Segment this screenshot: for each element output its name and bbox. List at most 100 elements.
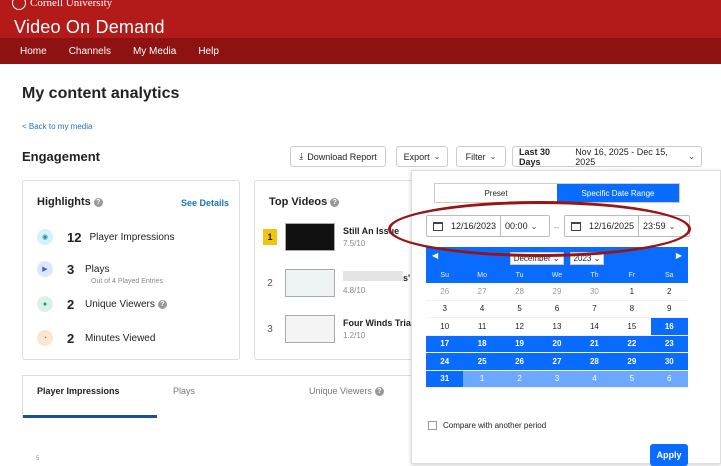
- calendar-day[interactable]: 10: [426, 318, 464, 336]
- calendar-day[interactable]: 30: [650, 353, 688, 371]
- prev-month-arrow-icon[interactable]: ◀: [432, 251, 438, 260]
- calendar-day[interactable]: 27: [538, 353, 576, 371]
- year-select[interactable]: 2023 ⌄: [569, 251, 605, 265]
- download-report-button[interactable]: ⤓ Download Report: [290, 146, 386, 167]
- calendar-day[interactable]: 11: [463, 318, 501, 336]
- export-label: Export: [403, 151, 430, 162]
- specific-range-tab[interactable]: Specific Date Range: [557, 184, 679, 202]
- tab-plays[interactable]: Plays: [173, 386, 195, 396]
- calendar-day[interactable]: 19: [500, 335, 539, 353]
- start-date-input[interactable]: 12/16/2023: [451, 221, 496, 231]
- impressions-label: Player Impressions: [89, 231, 175, 243]
- calendar-day[interactable]: 9: [650, 301, 688, 318]
- clock-icon: ◔: [37, 330, 53, 346]
- calendar-day[interactable]: 30: [575, 283, 614, 301]
- video-title[interactable]: Still An Issue: [343, 226, 399, 236]
- range-preset-label: Last 30 Days: [519, 146, 551, 167]
- back-to-media-link[interactable]: < Back to my media: [22, 122, 92, 131]
- compare-checkbox[interactable]: [428, 421, 437, 430]
- video-thumbnail[interactable]: [285, 223, 335, 251]
- compare-option[interactable]: Compare with another period: [428, 421, 546, 430]
- calendar-day[interactable]: 17: [426, 335, 464, 353]
- help-icon[interactable]: ?: [374, 387, 384, 397]
- top-video-row[interactable]: 3 Four Winds Trial 1.2/10: [263, 315, 413, 343]
- calendar-day[interactable]: 27: [463, 283, 501, 301]
- calendar-day[interactable]: 1: [463, 370, 501, 388]
- calendar-day[interactable]: 29: [613, 353, 651, 371]
- nav-channels[interactable]: Channels: [69, 46, 111, 57]
- end-time-select[interactable]: 23:59: [643, 221, 666, 231]
- export-dropdown[interactable]: Export ⌄: [396, 146, 448, 167]
- highlight-minutes: ◔ 2 Minutes Viewed: [37, 330, 155, 346]
- cornell-seal-icon: [12, 0, 26, 10]
- calendar-day[interactable]: 3: [538, 370, 576, 388]
- video-thumbnail[interactable]: [285, 315, 335, 343]
- plays-label: Plays: [85, 263, 110, 275]
- calendar-day[interactable]: 2: [500, 370, 539, 388]
- start-time-select[interactable]: 00:00: [505, 221, 528, 231]
- calendar-day[interactable]: 25: [463, 353, 501, 371]
- calendar-day[interactable]: 26: [426, 283, 464, 301]
- site-title[interactable]: Video On Demand: [14, 17, 165, 38]
- calendar-day[interactable]: 21: [575, 335, 614, 353]
- end-date-input[interactable]: 12/16/2025: [589, 221, 634, 231]
- date-range-dropdown[interactable]: Last 30 Days Nov 16, 2025 - Dec 15, 2025…: [512, 146, 702, 167]
- start-datetime-field[interactable]: 12/16/2023 00:00 ⌄: [426, 215, 550, 237]
- viewers-label: Unique Viewers: [85, 298, 155, 310]
- nav-help[interactable]: Help: [198, 46, 219, 57]
- calendar-day[interactable]: 4: [575, 370, 614, 388]
- filter-label: Filter: [465, 151, 486, 162]
- end-datetime-field[interactable]: 12/16/2025 23:59 ⌄: [564, 215, 690, 237]
- calendar-day[interactable]: 31: [426, 370, 464, 388]
- calendar-day[interactable]: 3: [426, 301, 464, 318]
- see-details-link[interactable]: See Details: [181, 198, 229, 208]
- nav-home[interactable]: Home: [20, 46, 47, 57]
- calendar-day[interactable]: 28: [500, 283, 539, 301]
- help-icon[interactable]: ?: [93, 197, 103, 207]
- calendar-day[interactable]: 5: [613, 370, 651, 388]
- calendar-day[interactable]: 1: [613, 283, 651, 301]
- top-video-row[interactable]: 2 s' 4.8/10: [263, 269, 410, 297]
- viewers-value: 2: [67, 296, 75, 312]
- apply-button[interactable]: Apply: [650, 444, 688, 466]
- top-video-row[interactable]: 1 Still An Issue 7.5/10: [263, 223, 399, 251]
- filter-dropdown[interactable]: Filter ⌄: [456, 146, 506, 167]
- nav-my-media[interactable]: My Media: [133, 46, 176, 57]
- calendar-day[interactable]: 5: [500, 301, 539, 318]
- year-value: 2023: [573, 253, 592, 263]
- preset-tab[interactable]: Preset: [435, 184, 557, 202]
- calendar-day[interactable]: 2: [650, 283, 688, 301]
- calendar-day[interactable]: 8: [613, 301, 651, 318]
- video-title[interactable]: s': [343, 271, 410, 283]
- calendar-day[interactable]: 15: [613, 318, 651, 336]
- calendar-day[interactable]: 4: [463, 301, 501, 318]
- divider: [638, 215, 640, 237]
- chevron-down-icon: ⌄: [489, 152, 497, 161]
- calendar-day[interactable]: 24: [426, 353, 464, 371]
- video-title[interactable]: Four Winds Trial: [343, 318, 413, 328]
- calendar-day[interactable]: 20: [538, 335, 576, 353]
- tab-unique-viewers[interactable]: Unique Viewers?: [309, 386, 384, 397]
- calendar-day[interactable]: 23: [650, 335, 688, 353]
- calendar-day[interactable]: 6: [650, 370, 688, 388]
- calendar-day[interactable]: 26: [500, 353, 539, 371]
- help-icon[interactable]: ?: [157, 299, 167, 309]
- calendar-day[interactable]: 18: [463, 335, 501, 353]
- calendar-day[interactable]: 14: [575, 318, 614, 336]
- calendar-day[interactable]: 6: [538, 301, 576, 318]
- next-month-arrow-icon[interactable]: ▶: [676, 251, 682, 260]
- weekday-label: We: [551, 272, 563, 279]
- calendar-day[interactable]: 13: [538, 318, 576, 336]
- calendar-day[interactable]: 22: [613, 335, 651, 353]
- calendar-day[interactable]: 7: [575, 301, 614, 318]
- help-icon[interactable]: ?: [330, 197, 340, 207]
- month-select[interactable]: December ⌄: [509, 251, 564, 265]
- calendar-day[interactable]: 12: [500, 318, 539, 336]
- cornell-logo[interactable]: Cornell University: [12, 0, 112, 10]
- video-thumbnail[interactable]: [285, 269, 335, 297]
- tab-player-impressions[interactable]: Player Impressions: [37, 386, 120, 396]
- calendar-day[interactable]: 29: [538, 283, 576, 301]
- calendar-day[interactable]: 28: [575, 353, 614, 371]
- calendar-day[interactable]: 16: [650, 318, 688, 336]
- minutes-label: Minutes Viewed: [85, 332, 156, 344]
